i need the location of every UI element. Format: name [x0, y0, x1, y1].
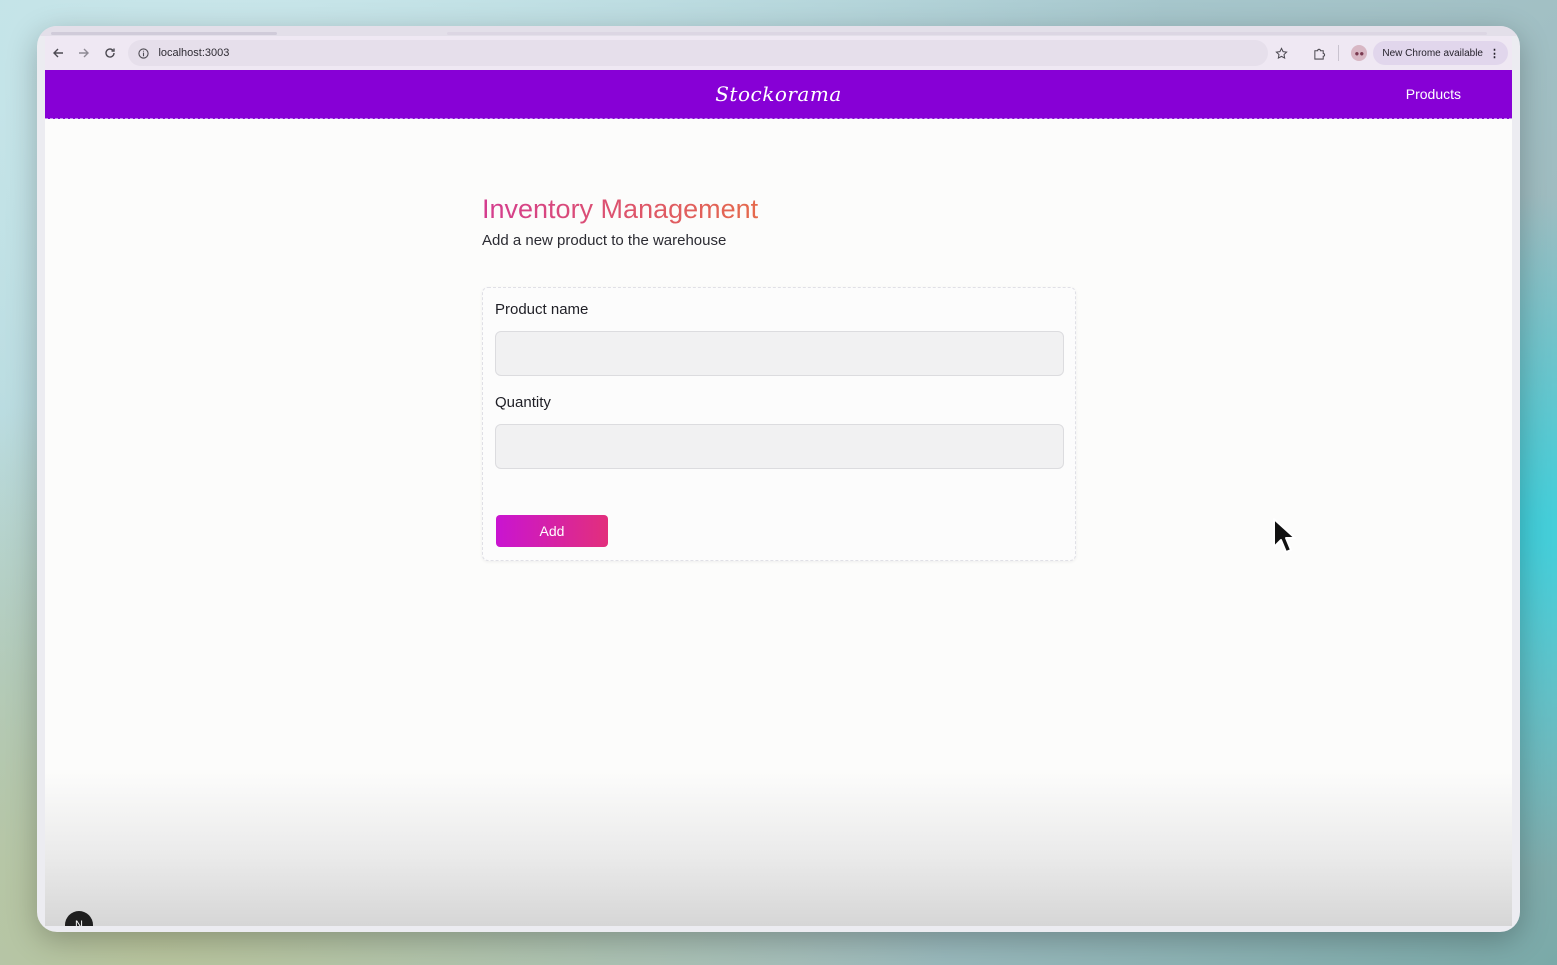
add-product-form: Product name Quantity Add [482, 287, 1076, 561]
update-chrome-button[interactable]: New Chrome available ⋮ [1373, 41, 1508, 65]
kebab-menu-icon[interactable]: ⋮ [1489, 47, 1500, 60]
star-icon[interactable] [1268, 40, 1294, 66]
toolbar-separator [1338, 45, 1340, 61]
url-text[interactable]: localhost:3003 [158, 47, 229, 59]
reload-button[interactable] [97, 40, 123, 66]
info-icon[interactable] [136, 46, 150, 60]
toolbar-actions: ●● New Chrome available ⋮ [1268, 40, 1508, 66]
page-subtitle: Add a new product to the warehouse [482, 232, 727, 249]
page-title: Inventory Management [482, 194, 759, 224]
dev-tools-badge[interactable]: N [65, 911, 93, 926]
arrow-left-icon [52, 48, 63, 58]
brand-logo[interactable]: Stockorama [45, 82, 1512, 106]
profile-avatar-icon[interactable]: ●● [1351, 45, 1368, 61]
mouse-pointer-icon [1272, 517, 1298, 560]
app-header: Stockorama Products [45, 70, 1512, 119]
tab-indicator[interactable] [51, 32, 277, 35]
quantity-label: Quantity [495, 394, 551, 411]
nav-link-products[interactable]: Products [1406, 86, 1461, 102]
page-viewport: Stockorama Products Inventory Management… [45, 70, 1512, 926]
forward-button[interactable] [71, 40, 97, 66]
address-bar[interactable]: localhost:3003 [128, 40, 1269, 66]
quantity-input[interactable] [495, 424, 1064, 469]
product-name-input[interactable] [495, 331, 1064, 376]
product-name-label: Product name [495, 301, 589, 318]
browser-window: localhost:3003 ●● New Chrome available ⋮… [37, 26, 1520, 932]
add-button[interactable]: Add [496, 515, 608, 547]
tab-indicator[interactable] [447, 32, 1487, 35]
reload-icon [104, 48, 115, 58]
tab-strip [37, 26, 1520, 36]
update-pill-label: New Chrome available [1382, 47, 1483, 59]
back-button[interactable] [45, 40, 71, 66]
browser-toolbar: localhost:3003 ●● New Chrome available ⋮ [45, 36, 1512, 70]
arrow-right-icon [78, 48, 89, 58]
puzzle-icon[interactable] [1306, 40, 1332, 66]
